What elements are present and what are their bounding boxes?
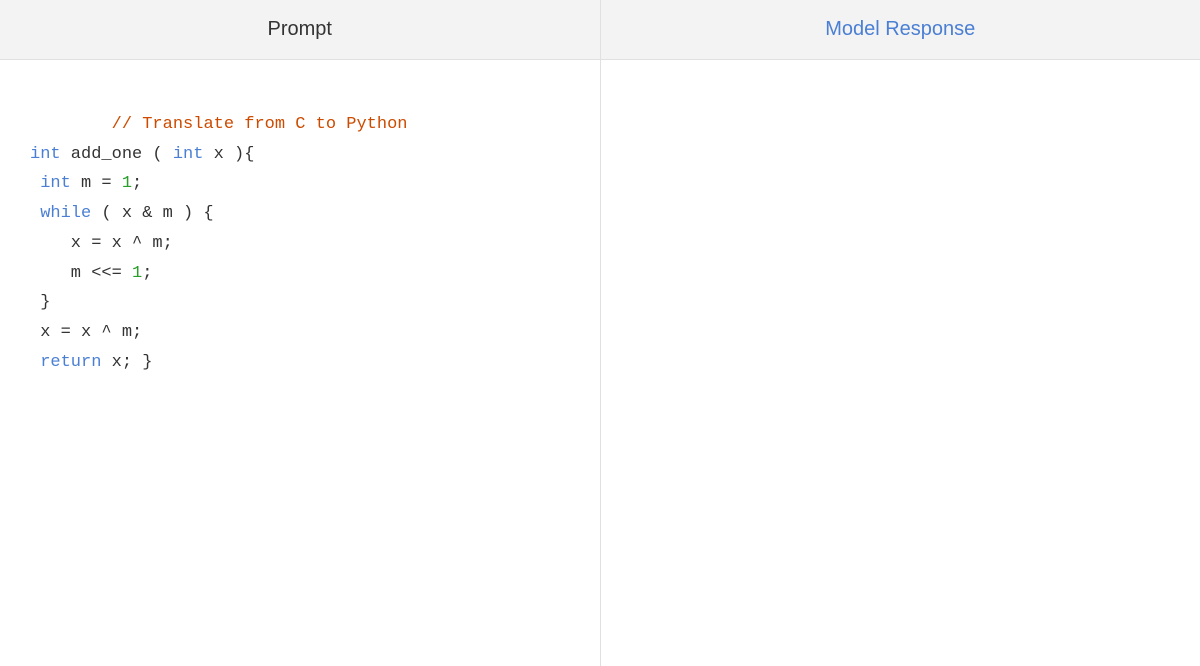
kw-int-2: int	[173, 145, 204, 164]
code-block: // Translate from C to Python int add_on…	[30, 80, 570, 407]
kw-int-1: int	[30, 145, 61, 164]
kw-while: while	[40, 204, 91, 223]
response-panel: Model Response	[601, 0, 1200, 666]
comment-line: // Translate from C to Python	[112, 115, 408, 134]
kw-return: return	[40, 353, 101, 372]
kw-int-3: int	[40, 174, 71, 193]
prompt-content: // Translate from C to Python int add_on…	[0, 60, 600, 666]
prompt-header: Prompt	[0, 0, 600, 60]
prompt-panel: Prompt // Translate from C to Python int…	[0, 0, 600, 666]
response-content	[601, 60, 1200, 666]
response-header: Model Response	[601, 0, 1200, 60]
main-container: Prompt // Translate from C to Python int…	[0, 0, 1200, 666]
